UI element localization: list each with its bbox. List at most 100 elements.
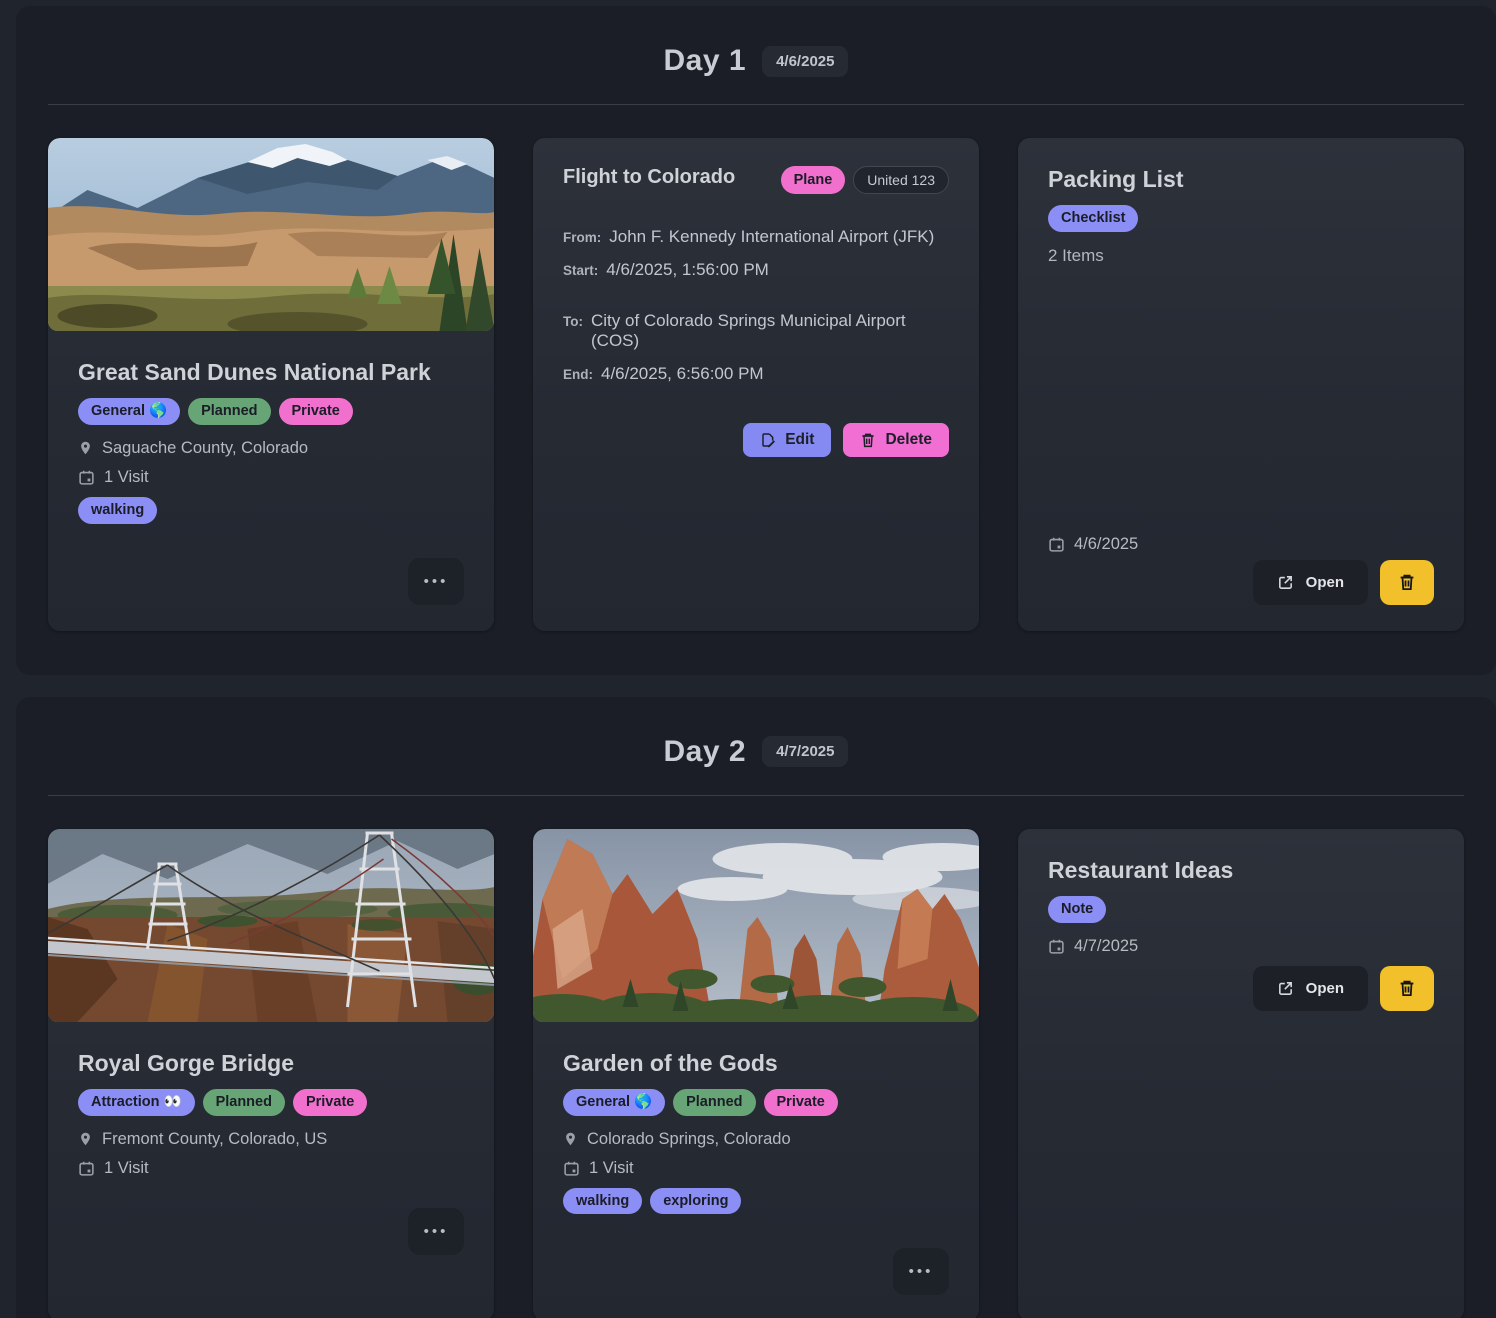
checklist-date: 4/6/2025 <box>1074 535 1138 554</box>
flight-title: Flight to Colorado <box>563 166 735 189</box>
place-activities: walking exploring <box>563 1188 949 1215</box>
tag-category: General 🌎 <box>78 398 180 425</box>
day-2-header: Day 2 4/7/2025 <box>48 727 1464 795</box>
checklist-title: Packing List <box>1048 166 1434 193</box>
place-location-row: Saguache County, Colorado <box>78 439 464 458</box>
trash-icon <box>1398 978 1416 998</box>
calendar-icon <box>78 469 95 486</box>
calendar-icon <box>1048 938 1065 955</box>
place-location-row: Colorado Springs, Colorado <box>563 1130 949 1149</box>
place-card-royal-gorge[interactable]: Royal Gorge Bridge Attraction 👀 Planned … <box>48 829 494 1318</box>
calendar-icon <box>78 1160 95 1177</box>
to-label: To: <box>563 314 583 329</box>
edit-button[interactable]: Edit <box>743 423 831 457</box>
place-title: Garden of the Gods <box>563 1050 949 1077</box>
place-more-button[interactable]: ••• <box>893 1248 949 1295</box>
location-pin-icon <box>78 439 93 457</box>
place-photo-garden <box>533 829 979 1022</box>
start-label: Start: <box>563 263 598 278</box>
flight-card[interactable]: Flight to Colorado Plane United 123 From… <box>533 138 979 631</box>
checklist-items-count: 2 Items <box>1048 246 1434 266</box>
place-tags: Attraction 👀 Planned Private <box>78 1089 464 1116</box>
external-link-icon <box>1277 574 1294 591</box>
tag-status: Planned <box>203 1089 285 1116</box>
checklist-card-body: Packing List Checklist 2 Items 4/6/2025 … <box>1018 138 1464 631</box>
place-visits: 1 Visit <box>104 1159 149 1178</box>
note-date-row: 4/7/2025 <box>1048 937 1434 956</box>
note-actions: Open <box>1048 966 1434 1011</box>
open-button-label: Open <box>1306 980 1344 997</box>
day-1-divider <box>48 104 1464 105</box>
flight-type-badge: Plane <box>781 166 846 194</box>
calendar-icon <box>563 1160 580 1177</box>
place-photo-bridge <box>48 829 494 1022</box>
place-activities: walking <box>78 497 464 524</box>
tag-visibility: Private <box>279 398 353 425</box>
activity-tag: walking <box>563 1188 642 1215</box>
day-2-section: Day 2 4/7/2025 <box>16 697 1496 1318</box>
activity-tag: exploring <box>650 1188 741 1215</box>
end-label: End: <box>563 367 593 382</box>
calendar-icon <box>1048 536 1065 553</box>
checklist-type-badge: Checklist <box>1048 205 1138 232</box>
place-card-body: Garden of the Gods General 🌎 Planned Pri… <box>533 1022 979 1318</box>
note-card[interactable]: Restaurant Ideas Note 4/7/2025 Open <box>1018 829 1464 1318</box>
delete-button-label: Delete <box>885 431 932 449</box>
day-1-date-badge: 4/6/2025 <box>762 46 848 77</box>
place-card-great-sand-dunes[interactable]: Great Sand Dunes National Park General 🌎… <box>48 138 494 631</box>
location-pin-icon <box>563 1130 578 1148</box>
day-1-header: Day 1 4/6/2025 <box>48 36 1464 104</box>
place-visits: 1 Visit <box>104 468 149 487</box>
place-visits-row: 1 Visit <box>78 1159 464 1178</box>
place-tags: General 🌎 Planned Private <box>78 398 464 425</box>
flight-header: Flight to Colorado Plane United 123 <box>563 166 949 201</box>
itinerary-page: Day 1 4/6/2025 <box>0 0 1496 1318</box>
open-button[interactable]: Open <box>1253 966 1368 1011</box>
tag-visibility: Private <box>764 1089 838 1116</box>
bridge-photo-illustration <box>48 829 494 1022</box>
flight-actions: Edit Delete <box>563 423 949 457</box>
flight-from-row: From: John F. Kennedy International Airp… <box>563 227 949 247</box>
external-link-icon <box>1277 980 1294 997</box>
from-value: John F. Kennedy International Airport (J… <box>609 227 934 247</box>
end-value: 4/6/2025, 6:56:00 PM <box>601 364 764 384</box>
trash-button[interactable] <box>1380 560 1434 605</box>
open-button-label: Open <box>1306 574 1344 591</box>
place-card-garden-of-the-gods[interactable]: Garden of the Gods General 🌎 Planned Pri… <box>533 829 979 1318</box>
checklist-date-row: 4/6/2025 <box>1048 535 1434 554</box>
flight-row-spacer <box>563 293 949 311</box>
dunes-photo-illustration <box>48 138 494 331</box>
place-location: Colorado Springs, Colorado <box>587 1130 791 1149</box>
location-pin-icon <box>78 1130 93 1148</box>
tag-status: Planned <box>673 1089 755 1116</box>
place-location: Saguache County, Colorado <box>102 439 308 458</box>
delete-button[interactable]: Delete <box>843 423 949 457</box>
note-card-body: Restaurant Ideas Note 4/7/2025 Open <box>1018 829 1464 1318</box>
tag-category: General 🌎 <box>563 1089 665 1116</box>
flight-start-row: Start: 4/6/2025, 1:56:00 PM <box>563 260 949 280</box>
place-tags: General 🌎 Planned Private <box>563 1089 949 1116</box>
garden-photo-illustration <box>533 829 979 1022</box>
open-button[interactable]: Open <box>1253 560 1368 605</box>
place-location-row: Fremont County, Colorado, US <box>78 1130 464 1149</box>
tag-visibility: Private <box>293 1089 367 1116</box>
day-1-cards-row: Great Sand Dunes National Park General 🌎… <box>48 138 1464 631</box>
tag-category: Attraction 👀 <box>78 1089 195 1116</box>
place-photo-dunes <box>48 138 494 331</box>
place-title: Royal Gorge Bridge <box>78 1050 464 1077</box>
activity-tag: walking <box>78 497 157 524</box>
note-type-badge: Note <box>1048 896 1106 923</box>
flight-card-body: Flight to Colorado Plane United 123 From… <box>533 138 979 631</box>
tag-status: Planned <box>188 398 270 425</box>
checklist-card[interactable]: Packing List Checklist 2 Items 4/6/2025 … <box>1018 138 1464 631</box>
place-more-button[interactable]: ••• <box>408 1208 464 1255</box>
place-more-button[interactable]: ••• <box>408 558 464 605</box>
place-visits-row: 1 Visit <box>78 468 464 487</box>
day-2-divider <box>48 795 1464 796</box>
place-visits: 1 Visit <box>589 1159 634 1178</box>
place-location: Fremont County, Colorado, US <box>102 1130 327 1149</box>
checklist-actions: Open <box>1048 560 1434 605</box>
place-card-body: Royal Gorge Bridge Attraction 👀 Planned … <box>48 1022 494 1318</box>
trash-button[interactable] <box>1380 966 1434 1011</box>
trash-icon <box>1398 572 1416 592</box>
